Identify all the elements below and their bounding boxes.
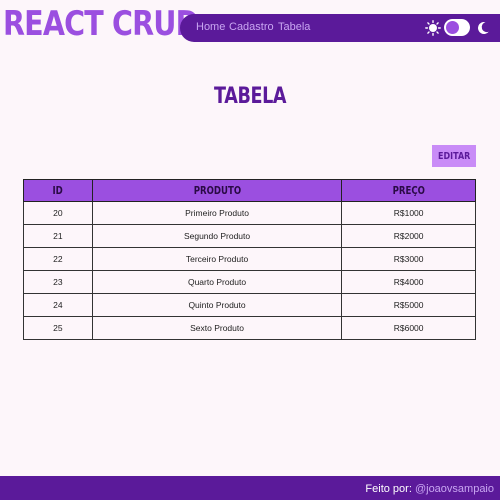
cell-produto: Segundo Produto (91, 224, 343, 248)
cell-preco: R$2000 (341, 224, 476, 248)
cell-id: 24 (23, 293, 93, 317)
table-row[interactable]: 23 Quarto Produto R$4000 (23, 270, 476, 294)
cell-produto: Quarto Produto (91, 270, 343, 294)
nav-link-cadastro[interactable]: Cadastro (229, 21, 274, 33)
cell-preco: R$6000 (341, 316, 476, 340)
cell-preco: R$1000 (341, 201, 476, 225)
nav-link-home[interactable]: Home (196, 21, 225, 33)
nav-link-tabela[interactable]: Tabela (278, 21, 310, 33)
cell-produto: Terceiro Produto (91, 247, 343, 271)
app-logo: REACT CRUD (3, 4, 199, 44)
cell-preco: R$5000 (341, 293, 476, 317)
toggle-knob (446, 21, 459, 34)
column-header-preco: PREÇO (341, 179, 476, 202)
cell-preco: R$4000 (341, 270, 476, 294)
table-header-row: ID PRODUTO PREÇO (23, 179, 476, 202)
cell-produto: Quinto Produto (91, 293, 343, 317)
moon-icon[interactable] (474, 19, 492, 37)
footer-prefix: Feito por: (365, 483, 412, 495)
table-row[interactable]: 21 Segundo Produto R$2000 (23, 224, 476, 248)
column-header-id: ID (23, 179, 93, 202)
cell-preco: R$3000 (341, 247, 476, 271)
edit-button[interactable]: EDITAR (432, 145, 476, 167)
column-header-produto: PRODUTO (91, 179, 343, 202)
theme-toggle[interactable] (444, 19, 470, 36)
cell-produto: Primeiro Produto (91, 201, 343, 225)
page-footer: Feito por: @joaovsampaio (0, 476, 500, 500)
cell-id: 21 (23, 224, 93, 248)
page-title: TABELA (213, 84, 287, 109)
cell-produto: Sexto Produto (91, 316, 343, 340)
sun-icon[interactable] (424, 19, 442, 37)
table-row[interactable]: 25 Sexto Produto R$6000 (23, 316, 476, 340)
cell-id: 20 (23, 201, 93, 225)
products-table: ID PRODUTO PREÇO 20 Primeiro Produto R$1… (23, 179, 476, 340)
table-row[interactable]: 22 Terceiro Produto R$3000 (23, 247, 476, 271)
cell-id: 22 (23, 247, 93, 271)
table-row[interactable]: 20 Primeiro Produto R$1000 (23, 201, 476, 225)
footer-author-link[interactable]: @joaovsampaio (415, 483, 494, 495)
cell-id: 25 (23, 316, 93, 340)
table-row[interactable]: 24 Quinto Produto R$5000 (23, 293, 476, 317)
footer-credit: Feito por: @joaovsampaio (365, 483, 494, 495)
cell-id: 23 (23, 270, 93, 294)
top-navbar: Home Cadastro Tabela (180, 14, 500, 42)
